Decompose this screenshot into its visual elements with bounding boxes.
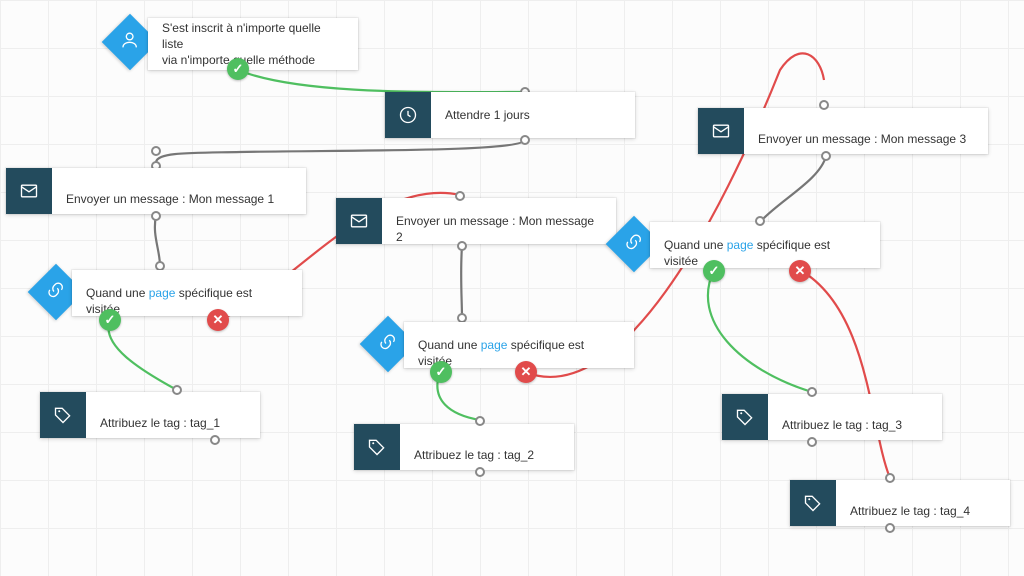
port [151, 211, 161, 221]
port [455, 191, 465, 201]
tag-icon [790, 480, 836, 526]
condition-3-label: Quand une page spécifique est visitée [650, 221, 880, 270]
link-icon [46, 280, 66, 305]
tag-icon [40, 392, 86, 438]
port [885, 473, 895, 483]
mail-icon [6, 168, 52, 214]
wait-label: Attendre 1 jours [431, 107, 544, 123]
message-1-node[interactable]: Envoyer un message : Mon message 1 [6, 168, 306, 214]
condition-3-node[interactable]: Quand une page spécifique est visitée [650, 222, 880, 268]
message-2-node[interactable]: Envoyer un message : Mon message 2 [336, 198, 616, 244]
page-link[interactable]: page [149, 286, 176, 300]
message-3-label: Envoyer un message : Mon message 3 [744, 115, 980, 147]
workflow-canvas[interactable]: S'est inscrit à n'importe quelle liste v… [0, 0, 1024, 576]
port [807, 387, 817, 397]
port [210, 435, 220, 445]
message-3-node[interactable]: Envoyer un message : Mon message 3 [698, 108, 988, 154]
tag-4-node[interactable]: Attribuez le tag : tag_4 [790, 480, 1010, 526]
condition-2-cross-badge[interactable]: ✕ [515, 361, 537, 383]
condition-3-check-badge[interactable]: ✓ [703, 260, 725, 282]
message-1-label: Envoyer un message : Mon message 1 [52, 175, 288, 207]
page-link[interactable]: page [727, 238, 754, 252]
tag-3-label: Attribuez le tag : tag_3 [768, 401, 916, 433]
condition-1-check-badge[interactable]: ✓ [99, 309, 121, 331]
trigger-check-badge[interactable]: ✓ [227, 58, 249, 80]
tag-2-label: Attribuez le tag : tag_2 [400, 431, 548, 463]
trigger-label: S'est inscrit à n'importe quelle liste v… [148, 20, 358, 69]
tag-3-node[interactable]: Attribuez le tag : tag_3 [722, 394, 942, 440]
link-icon [378, 332, 398, 357]
tag-1-label: Attribuez le tag : tag_1 [86, 399, 234, 431]
port [807, 437, 817, 447]
port [475, 467, 485, 477]
port [172, 385, 182, 395]
tag-4-label: Attribuez le tag : tag_4 [836, 487, 984, 519]
port [821, 151, 831, 161]
link-icon [624, 232, 644, 257]
tag-icon [722, 394, 768, 440]
wait-node[interactable]: Attendre 1 jours [385, 92, 635, 138]
port [819, 100, 829, 110]
condition-2-check-badge[interactable]: ✓ [430, 361, 452, 383]
port [151, 146, 161, 156]
mail-icon [336, 198, 382, 244]
tag-2-node[interactable]: Attribuez le tag : tag_2 [354, 424, 574, 470]
page-link[interactable]: page [481, 338, 508, 352]
condition-1-cross-badge[interactable]: ✕ [207, 309, 229, 331]
tag-icon [354, 424, 400, 470]
port [475, 416, 485, 426]
port [457, 241, 467, 251]
condition-3-cross-badge[interactable]: ✕ [789, 260, 811, 282]
tag-1-node[interactable]: Attribuez le tag : tag_1 [40, 392, 260, 438]
port [520, 135, 530, 145]
message-2-label: Envoyer un message : Mon message 2 [382, 197, 616, 246]
clock-icon [385, 92, 431, 138]
port [885, 523, 895, 533]
trigger-node[interactable]: S'est inscrit à n'importe quelle liste v… [148, 18, 358, 70]
person-icon [120, 30, 140, 55]
mail-icon [698, 108, 744, 154]
port [755, 216, 765, 226]
